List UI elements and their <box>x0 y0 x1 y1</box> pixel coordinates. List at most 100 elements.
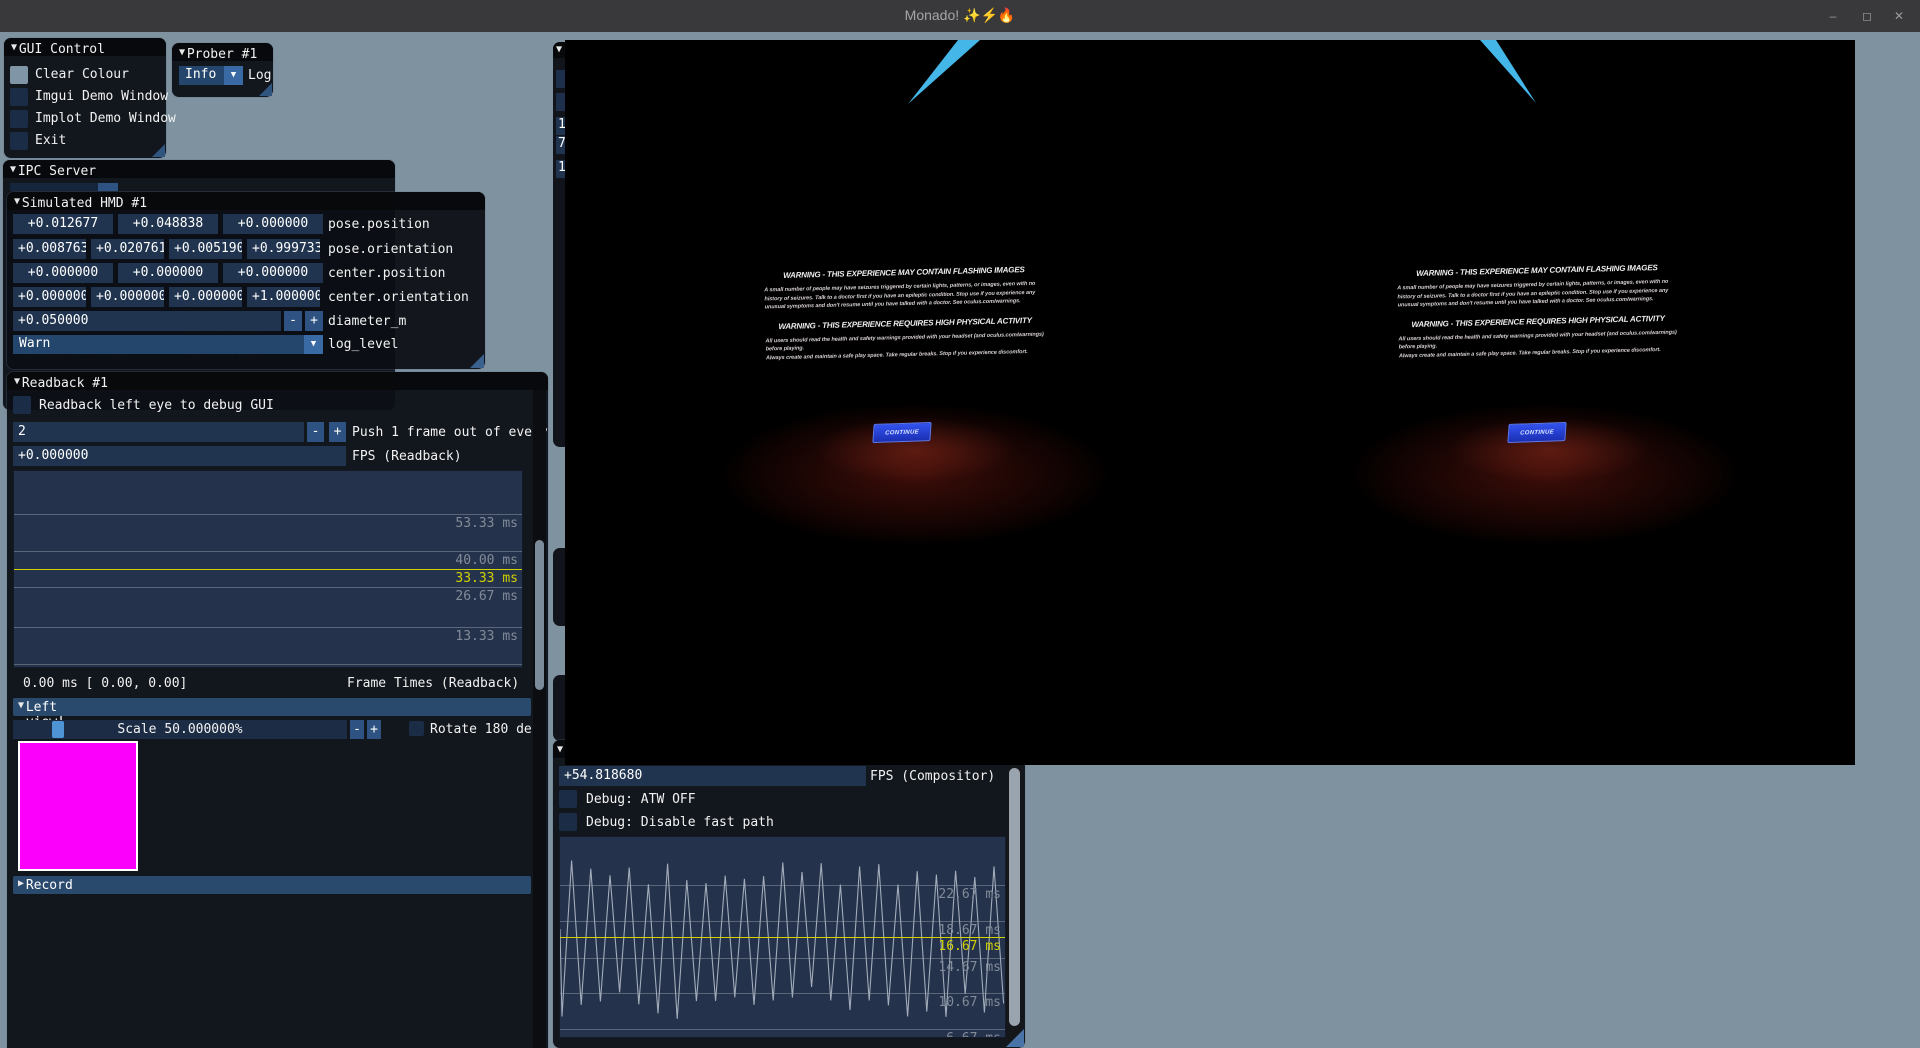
exit-label: Exit <box>35 133 66 148</box>
readback-plot-readout: 0.00 ms [ 0.00, 0.00] <box>23 676 187 691</box>
plot-gridline <box>14 551 522 552</box>
plot-gridline <box>560 885 1005 886</box>
push-frames-minus-button[interactable]: - <box>307 422 324 442</box>
gui-control-titlebar[interactable]: ▼ GUI Control <box>4 38 166 56</box>
left-view-header[interactable]: ▼ Left view! <box>13 698 531 716</box>
continue-button[interactable]: CONTINUE <box>1507 422 1566 443</box>
scale-slider[interactable]: Scale 50.000000% <box>13 720 347 739</box>
center-position-y[interactable]: +0.000000 <box>118 263 218 283</box>
center-position-z[interactable]: +0.000000 <box>223 263 323 283</box>
ipc-server-titlebar[interactable]: ▼ IPC Server <box>3 160 395 178</box>
center-orientation-y[interactable]: +0.000000 <box>91 287 164 307</box>
plot-gridline <box>560 958 1005 959</box>
scale-plus-button[interactable]: + <box>367 720 381 739</box>
minimize-button[interactable]: – <box>1822 8 1844 24</box>
push-frames-input[interactable]: 2 <box>13 422 304 442</box>
hidden-window-sliver <box>553 548 565 626</box>
diameter-minus-button[interactable]: - <box>284 311 302 331</box>
prober-log-label[interactable]: Log <box>248 68 271 83</box>
center-orientation-x[interactable]: +0.000000 <box>13 287 86 307</box>
scale-minus-button[interactable]: - <box>350 720 364 739</box>
collapse-icon[interactable]: ▼ <box>14 196 20 207</box>
center-orientation-w[interactable]: +1.000000 <box>247 287 320 307</box>
record-header[interactable]: ▶ Record <box>13 876 531 894</box>
collapse-icon[interactable]: ▼ <box>11 42 17 53</box>
center-orientation-z[interactable]: +0.000000 <box>169 287 242 307</box>
combo-value: Info <box>185 67 216 82</box>
pose-position-z[interactable]: +0.000000 <box>223 214 323 234</box>
plot-tick-label: 22.67 ms <box>938 887 1001 902</box>
diameter-plus-button[interactable]: + <box>305 311 323 331</box>
compositor-frame-times-plot[interactable]: 22.67 ms18.67 ms16.67 ms14.67 ms10.67 ms… <box>559 836 1006 1038</box>
left-controller-streak-icon <box>908 40 980 104</box>
pose-orientation-w[interactable]: +0.999733 <box>247 239 320 259</box>
pose-orientation-y[interactable]: +0.020761 <box>91 239 164 259</box>
controller-streaks <box>565 40 1855 765</box>
window-titlebar[interactable]: Monado! ✨⚡🔥 – ◻ ✕ <box>0 0 1920 32</box>
simulated-hmd-window: ▼ Simulated HMD #1 +0.012677 +0.048838 +… <box>7 192 485 369</box>
resize-grip[interactable] <box>1006 1029 1024 1047</box>
diameter-input[interactable]: +0.050000 <box>13 311 281 331</box>
plot-tick-label: 10.67 ms <box>938 995 1001 1010</box>
collapse-icon[interactable]: ▼ <box>179 47 185 58</box>
readback-fps-value[interactable]: +0.000000 <box>13 446 346 466</box>
readback-titlebar[interactable]: ▼ Readback #1 <box>7 372 548 390</box>
scrollbar-track[interactable] <box>533 390 546 1048</box>
debug-fastpath-checkbox[interactable] <box>559 813 577 831</box>
implot-demo-label: Implot Demo Window <box>35 111 176 126</box>
compositor-fps-value[interactable]: +54.818680 <box>559 766 866 786</box>
chevron-down-icon[interactable]: ▼ <box>224 66 243 85</box>
readback-frame-times-plot[interactable]: 53.33 ms40.00 ms33.33 ms26.67 ms13.33 ms… <box>13 470 523 668</box>
prober-title: Prober #1 <box>187 47 257 62</box>
scrollbar-thumb[interactable] <box>1009 768 1020 1026</box>
pose-orientation-x[interactable]: +0.008763 <box>13 239 86 259</box>
imgui-demo-checkbox[interactable] <box>10 88 28 106</box>
chevron-down-icon[interactable]: ▼ <box>304 335 323 354</box>
plot-gridline <box>14 664 522 665</box>
prober-log-level-combo[interactable]: Info ▼ <box>179 66 243 85</box>
readback-plot-title: Frame Times (Readback) <box>347 676 548 691</box>
collapse-icon[interactable]: ▼ <box>10 164 16 175</box>
clear-colour-swatch[interactable] <box>10 66 28 84</box>
combo-value: Warn <box>19 336 50 351</box>
pose-position-x[interactable]: +0.012677 <box>13 214 113 234</box>
resize-grip[interactable] <box>152 144 165 157</box>
left-eye-warning-panel: WARNING - THIS EXPERIENCE MAY CONTAIN FL… <box>764 265 1046 373</box>
window-title: Monado! ✨⚡🔥 <box>0 7 1920 24</box>
rotate-180-label: Rotate 180 de <box>430 722 548 737</box>
scrollbar-thumb[interactable] <box>535 540 544 690</box>
expand-icon: ▶ <box>18 878 24 889</box>
ipc-progress-fill <box>98 183 118 191</box>
center-position-x[interactable]: +0.000000 <box>13 263 113 283</box>
debug-atw-checkbox[interactable] <box>559 790 577 808</box>
pose-position-y[interactable]: +0.048838 <box>118 214 218 234</box>
collapse-icon[interactable]: ▼ <box>557 744 563 755</box>
continue-button[interactable]: CONTINUE <box>872 422 931 443</box>
plot-gridline <box>560 1029 1005 1030</box>
collapse-icon: ▼ <box>18 700 24 711</box>
resize-grip[interactable] <box>259 83 272 96</box>
plot-tick-label: 16.67 ms <box>938 939 1001 954</box>
readback-title: Readback #1 <box>22 376 108 391</box>
scrollbar-track[interactable] <box>1007 766 1022 1044</box>
simulated-hmd-title: Simulated HMD #1 <box>22 196 147 211</box>
prober-titlebar[interactable]: ▼ Prober #1 <box>172 43 273 61</box>
right-controller-streak-icon <box>1480 40 1536 103</box>
log-level-combo[interactable]: Warn ▼ <box>13 335 323 354</box>
plot-gridline <box>14 514 522 515</box>
push-frames-label: Push 1 frame out of every <box>352 425 548 440</box>
simulated-hmd-titlebar[interactable]: ▼ Simulated HMD #1 <box>7 192 485 210</box>
maximize-button[interactable]: ◻ <box>1856 8 1878 24</box>
exit-button[interactable] <box>10 132 28 150</box>
push-frames-plus-button[interactable]: + <box>329 422 346 442</box>
readback-debug-label: Readback left eye to debug GUI <box>39 398 274 413</box>
readback-debug-checkbox[interactable] <box>13 396 31 414</box>
implot-demo-checkbox[interactable] <box>10 110 28 128</box>
close-button[interactable]: ✕ <box>1888 8 1910 24</box>
collapse-icon[interactable]: ▼ <box>14 376 20 387</box>
rotate-180-checkbox[interactable] <box>409 721 424 736</box>
pose-orientation-z[interactable]: +0.005190 <box>169 239 242 259</box>
plot-gridline <box>560 921 1005 922</box>
resize-grip[interactable] <box>470 354 484 368</box>
warning-activity-title: WARNING - THIS EXPERIENCE REQUIRES HIGH … <box>1398 313 1678 329</box>
